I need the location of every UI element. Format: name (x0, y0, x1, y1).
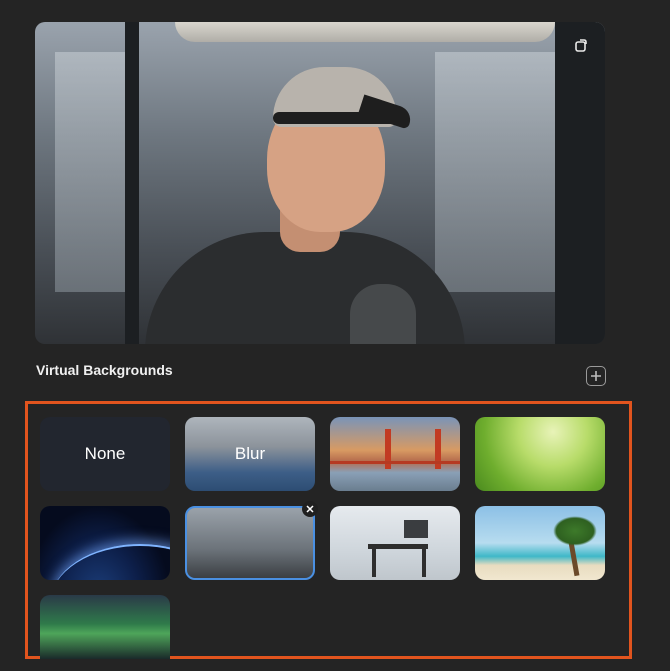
tile-label: Blur (234, 444, 266, 463)
palm-leaves (553, 516, 597, 546)
background-earth-tile[interactable] (40, 506, 170, 580)
desk-leg (372, 549, 376, 577)
pillar (125, 22, 139, 344)
background-bridge-tile[interactable] (330, 417, 460, 491)
add-background-button[interactable] (586, 366, 606, 386)
window (435, 52, 555, 292)
monitor (404, 520, 428, 538)
ceiling-light (175, 22, 555, 42)
background-aurora-tile[interactable] (40, 595, 170, 659)
background-beach-tile[interactable] (475, 506, 605, 580)
window (55, 52, 135, 292)
pillar (199, 508, 209, 578)
earth-horizon (50, 544, 170, 580)
desk-top (368, 544, 428, 549)
plus-icon (591, 371, 601, 381)
bridge-deck (330, 461, 460, 464)
virtual-backgrounds-title: Virtual Backgrounds (36, 362, 173, 378)
close-icon (306, 505, 314, 513)
pillar (277, 508, 285, 578)
pillar (555, 22, 605, 344)
background-grass-tile[interactable] (475, 417, 605, 491)
microphone (350, 284, 416, 344)
video-preview (35, 22, 605, 344)
background-none-tile[interactable]: None (40, 417, 170, 491)
desk-leg (422, 549, 426, 577)
remove-background-button[interactable] (302, 501, 318, 517)
background-blur-tile[interactable]: Blur (185, 417, 315, 491)
background-office-tile[interactable] (185, 506, 315, 580)
tile-label: None (84, 444, 126, 463)
background-desk-tile[interactable] (330, 506, 460, 580)
camera-rotate-icon[interactable] (570, 34, 592, 56)
